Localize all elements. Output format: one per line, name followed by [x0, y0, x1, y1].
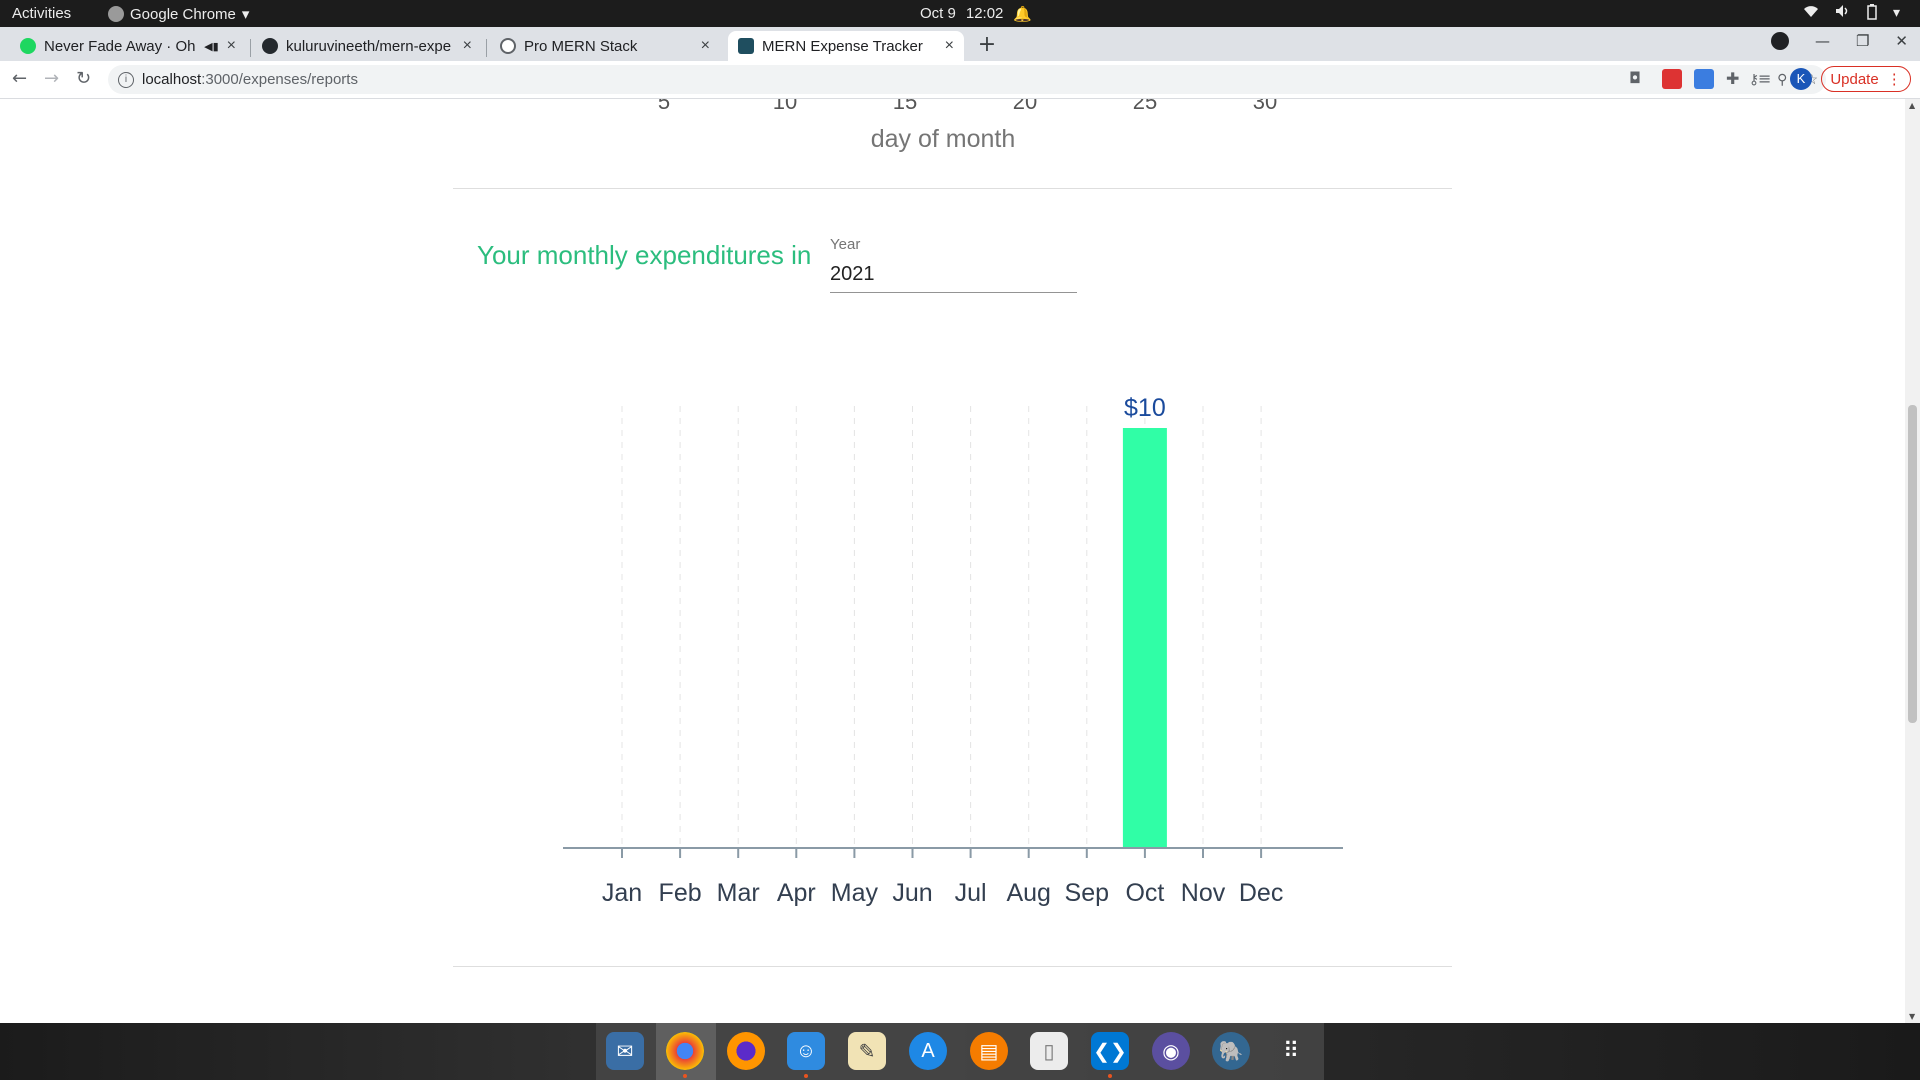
notes-icon[interactable]: ✎	[848, 1032, 886, 1070]
dock: ✉ ☺ ✎ A ▤ ▯ ❮❯ ◉ 🐘 ⠿	[0, 1023, 1920, 1080]
x-tick-label: Aug	[1006, 879, 1050, 907]
toolbar: ← → ↻ i localhost:3000/expenses/reports …	[0, 61, 1920, 99]
x-tick-label: Dec	[1239, 879, 1283, 907]
url-path: :3000/expenses/reports	[201, 71, 358, 88]
github-desktop-icon[interactable]: ◉	[1152, 1032, 1190, 1070]
reload-icon[interactable]: ↻	[76, 68, 91, 89]
data-label: $10	[1124, 394, 1166, 422]
books-icon[interactable]: ▤	[970, 1032, 1008, 1070]
profile-avatar[interactable]: K	[1790, 68, 1812, 90]
extensions-puzzle-icon[interactable]: ✚	[1726, 69, 1746, 89]
screenshot-app-icon[interactable]: ✉	[606, 1032, 644, 1070]
zoom-icon[interactable]: ⚲	[1777, 71, 1787, 88]
x-tick-label: Nov	[1181, 879, 1226, 907]
running-indicator	[1108, 1074, 1112, 1078]
clock[interactable]: Oct 9 12:02 🔔	[920, 5, 1032, 23]
tab-pro-mern[interactable]: Pro MERN Stack ×	[490, 31, 720, 61]
update-button[interactable]: Update ⋮	[1821, 66, 1911, 92]
postgres-icon[interactable]: 🐘	[1212, 1032, 1250, 1070]
restore-icon[interactable]: ❐	[1856, 32, 1869, 50]
forward-icon[interactable]: →	[44, 68, 59, 89]
app-icon	[738, 38, 754, 54]
x-tick-label: Feb	[659, 879, 702, 907]
close-window-icon[interactable]: ✕	[1895, 32, 1908, 50]
wifi-icon	[1803, 4, 1819, 23]
text-editor-icon[interactable]: ▯	[1030, 1032, 1068, 1070]
chrome-icon[interactable]	[666, 1032, 704, 1070]
site-info-icon[interactable]: i	[118, 71, 134, 88]
chrome-app-icon	[108, 6, 124, 22]
x-tick-label: Oct	[1125, 879, 1164, 907]
power-menu-icon: ▾	[1892, 4, 1900, 20]
url-host: localhost	[142, 71, 202, 88]
tab-title: Pro MERN Stack	[524, 37, 638, 55]
divider	[453, 966, 1452, 967]
close-icon[interactable]: ×	[227, 37, 236, 55]
tab-divider	[250, 39, 251, 57]
running-indicator	[804, 1074, 808, 1078]
tab-divider	[486, 39, 487, 57]
tab-mern-expense-tracker[interactable]: MERN Expense Tracker ×	[728, 31, 964, 61]
app-menu[interactable]: Google Chrome ▾	[108, 5, 249, 23]
time: 12:02	[965, 5, 1004, 22]
page-viewport: 5 10 15 20 25 30 day of month Your month…	[0, 99, 1905, 1023]
window-controls: — ❐ ✕	[1770, 32, 1908, 50]
vertical-scrollbar[interactable]: ▲ ▼	[1905, 99, 1920, 1023]
extension-red-icon[interactable]	[1662, 69, 1682, 89]
x-tick-label: Mar	[717, 879, 760, 907]
battery-icon	[1867, 4, 1877, 23]
x-tick-label: Jan	[602, 879, 642, 907]
date: Oct 9	[920, 5, 956, 22]
close-icon[interactable]: ×	[463, 37, 472, 55]
vscode-icon[interactable]: ❮❯	[1091, 1032, 1129, 1070]
volume-icon	[1835, 4, 1851, 23]
x-tick-label: Jul	[955, 879, 987, 907]
new-tab-button[interactable]: +	[974, 33, 1000, 59]
app-name: Google Chrome	[130, 5, 236, 23]
scroll-up-icon[interactable]: ▲	[1909, 101, 1915, 110]
x-tick-label: Sep	[1065, 879, 1109, 907]
github-icon	[262, 38, 278, 54]
tab-title: Never Fade Away · Oh	[44, 37, 196, 55]
tab-search-icon[interactable]	[1770, 32, 1789, 50]
system-status-area[interactable]: ▾	[1803, 4, 1900, 23]
tab-github[interactable]: kuluruvineeth/mern-expe ×	[252, 31, 482, 61]
media-queue-icon[interactable]: ≡	[1758, 69, 1778, 89]
kebab-menu-icon: ⋮	[1886, 71, 1902, 88]
x-tick-label: May	[831, 879, 879, 907]
app-grid-icon[interactable]: ⠿	[1273, 1032, 1311, 1070]
scrollbar-thumb[interactable]	[1908, 405, 1917, 723]
tab-strip: Never Fade Away · Oh ◀▮ × kuluruvineeth/…	[0, 27, 1920, 61]
camera-extension-icon[interactable]: ◘	[1629, 69, 1649, 89]
tab-title: MERN Expense Tracker	[762, 37, 923, 55]
update-label: Update	[1830, 70, 1879, 88]
close-icon[interactable]: ×	[945, 37, 954, 55]
x-tick-label: Jun	[892, 879, 932, 907]
firefox-icon[interactable]	[727, 1032, 765, 1070]
spotify-icon	[20, 38, 36, 54]
system-top-bar: Activities Google Chrome ▾ Oct 9 12:02 🔔…	[0, 0, 1920, 27]
x-tick-label: Apr	[777, 879, 816, 907]
address-bar[interactable]: i localhost:3000/expenses/reports ⚷ ⚲ ☆	[108, 65, 1826, 94]
app-store-icon[interactable]: A	[909, 1032, 947, 1070]
extension-blue-icon[interactable]	[1694, 69, 1714, 89]
monthly-bar-chart: $10 Jan Feb Mar Apr May Jun Jul Aug Sep Oct Nov Dec	[563, 394, 1343, 907]
minimize-icon[interactable]: —	[1815, 32, 1830, 50]
notification-icon: 🔔	[1013, 6, 1033, 23]
chevron-down-icon: ▾	[241, 6, 250, 23]
bar	[1122, 428, 1167, 848]
running-indicator	[683, 1074, 687, 1078]
files-icon[interactable]: ☺	[787, 1032, 825, 1070]
tab-title: kuluruvineeth/mern-expe	[286, 37, 452, 55]
scroll-down-icon[interactable]: ▼	[1909, 1012, 1915, 1021]
activities-button[interactable]: Activities	[12, 5, 71, 22]
close-icon[interactable]: ×	[701, 37, 710, 55]
audio-icon[interactable]: ◀▮	[204, 40, 219, 53]
tab-spotify[interactable]: Never Fade Away · Oh ◀▮ ×	[10, 31, 246, 61]
back-icon[interactable]: ←	[12, 68, 27, 89]
globe-icon	[500, 38, 516, 54]
